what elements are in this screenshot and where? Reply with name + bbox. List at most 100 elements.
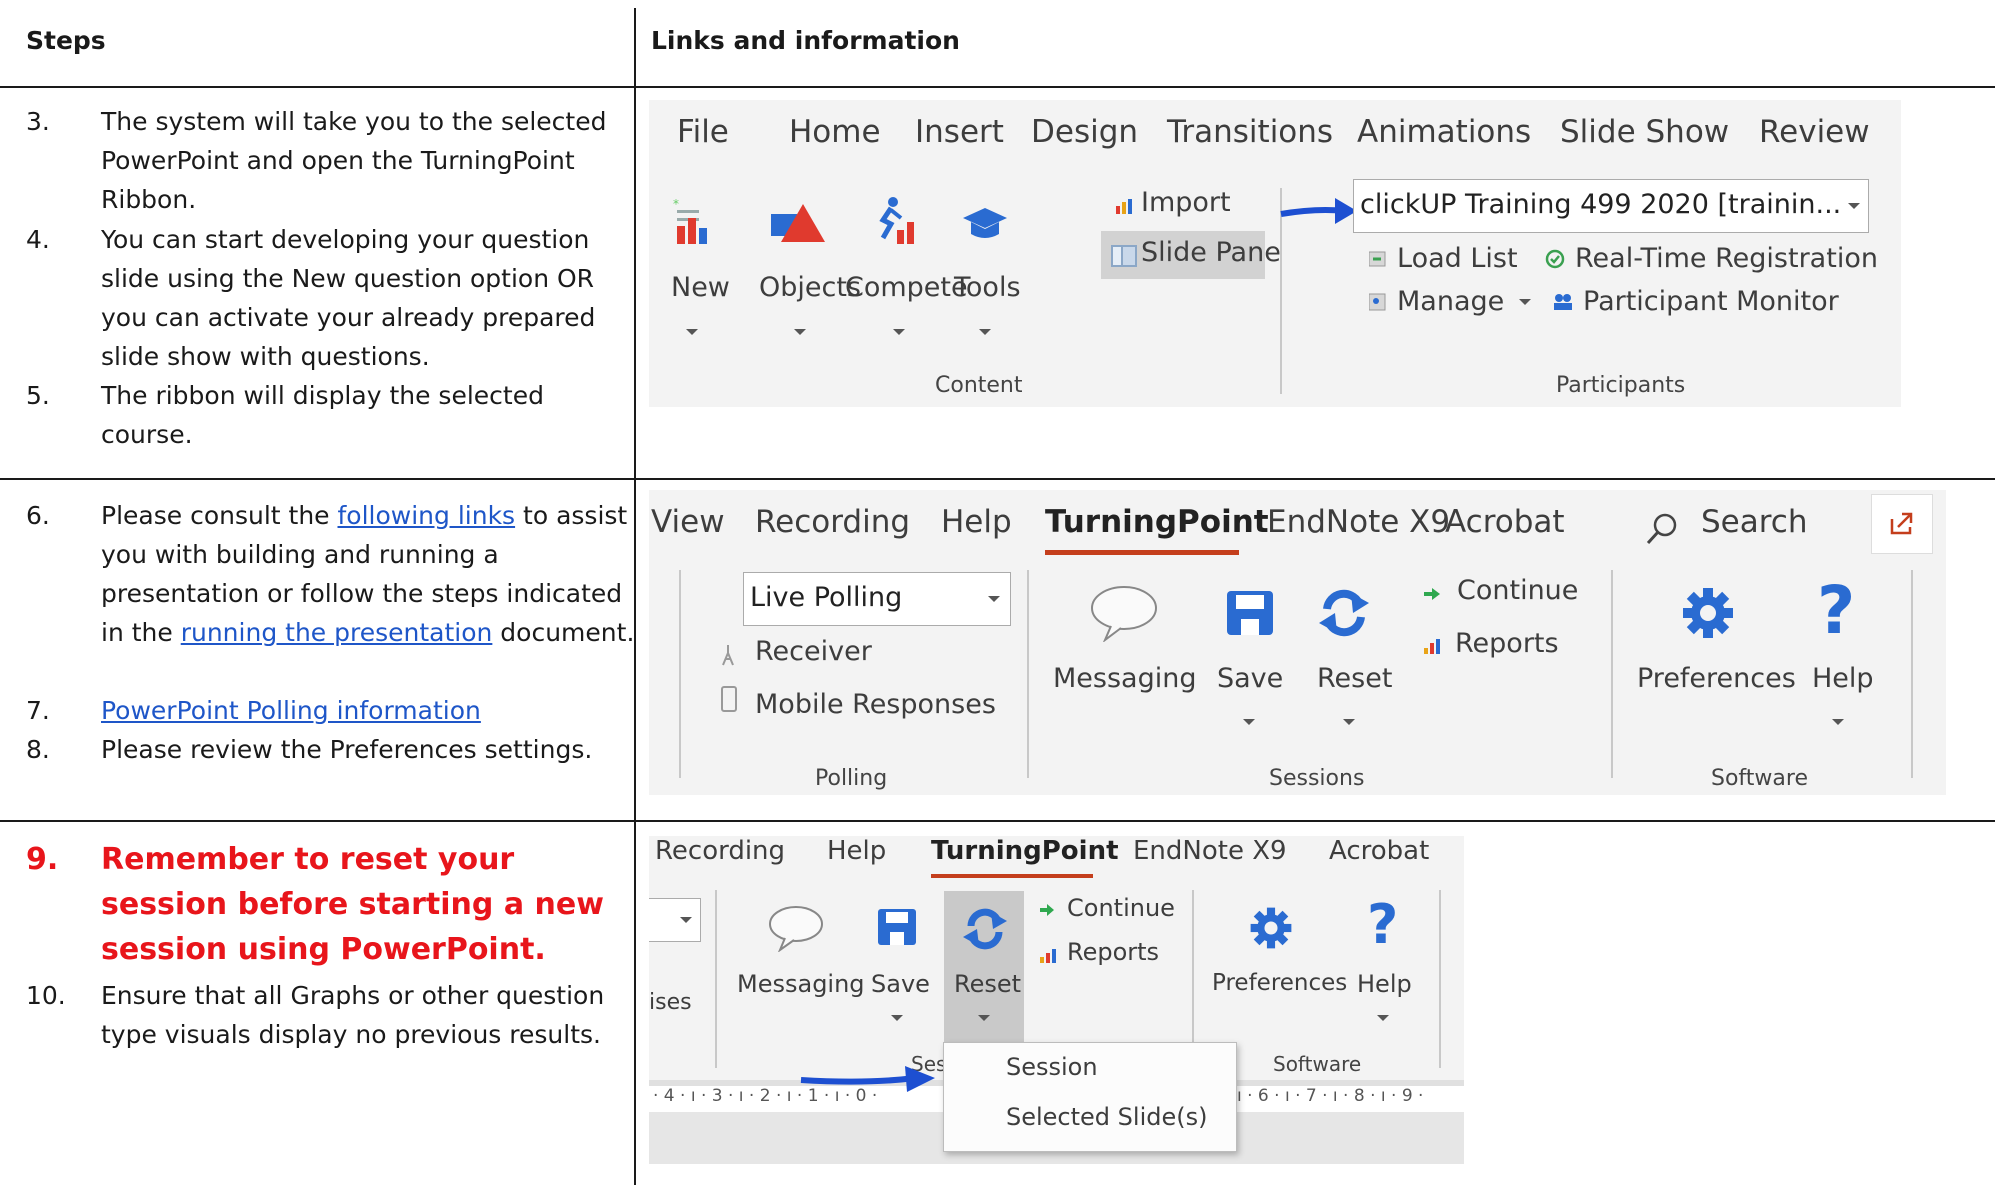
chevron-down-icon[interactable] bbox=[1519, 299, 1531, 305]
tab-acrobat[interactable]: Acrobat bbox=[1445, 504, 1565, 540]
polling-mode-dropdown[interactable]: Live Polling bbox=[743, 572, 1011, 626]
chevron-down-icon bbox=[680, 917, 692, 923]
reset-dropdown-menu: Session Selected Slide(s) bbox=[943, 1042, 1237, 1152]
chevron-down-icon[interactable] bbox=[686, 329, 698, 335]
mobile-responses-button[interactable]: Mobile Responses bbox=[755, 689, 996, 720]
save-icon bbox=[877, 908, 917, 950]
search-label[interactable]: Search bbox=[1701, 504, 1808, 540]
reports-button[interactable]: Reports bbox=[1067, 938, 1159, 966]
tab-review[interactable]: Review bbox=[1759, 114, 1870, 150]
chevron-down-icon[interactable] bbox=[893, 329, 905, 335]
tab-slide-show[interactable]: Slide Show bbox=[1560, 114, 1729, 150]
tab-turningpoint[interactable]: TurningPoint bbox=[931, 836, 1119, 866]
tab-animations[interactable]: Animations bbox=[1357, 114, 1531, 150]
tab-turningpoint[interactable]: TurningPoint bbox=[1045, 504, 1269, 540]
chevron-down-icon[interactable] bbox=[794, 329, 806, 335]
tab-help[interactable]: Help bbox=[941, 504, 1012, 540]
help-button[interactable]: Help bbox=[1812, 663, 1874, 694]
mobile-responses-partial: ises bbox=[649, 990, 692, 1015]
tab-recording[interactable]: Recording bbox=[655, 836, 785, 866]
slide-pane-button[interactable]: Slide Pane bbox=[1101, 231, 1281, 279]
course-dropdown-value: clickUP Training 499 2020 [trainin... bbox=[1360, 189, 1842, 220]
messaging-button[interactable]: Messaging bbox=[737, 970, 865, 998]
menu-item-selected-slides[interactable]: Selected Slide(s) bbox=[1006, 1103, 1207, 1131]
menu-item-session[interactable]: Session bbox=[1006, 1053, 1098, 1081]
question-mark-icon: ? bbox=[1817, 572, 1856, 649]
chevron-down-icon bbox=[1848, 203, 1860, 209]
group-separator bbox=[715, 890, 717, 1068]
step-number: 7. bbox=[26, 696, 50, 725]
new-button[interactable]: New bbox=[671, 272, 730, 303]
save-button[interactable]: Save bbox=[871, 970, 930, 998]
new-icon: * bbox=[671, 197, 713, 250]
tab-insert[interactable]: Insert bbox=[915, 114, 1004, 150]
tab-endnote[interactable]: EndNote X9 bbox=[1267, 504, 1450, 540]
chevron-down-icon[interactable] bbox=[1343, 719, 1355, 725]
step-number: 9. bbox=[26, 842, 59, 877]
share-button[interactable] bbox=[1871, 494, 1933, 554]
arrow-right-icon bbox=[1423, 586, 1441, 606]
ribbon-screenshot-3: Recording Help TurningPoint EndNote X9 A… bbox=[649, 836, 1464, 1164]
step-number: 8. bbox=[26, 735, 50, 764]
table-row-rule bbox=[0, 820, 1995, 822]
tab-transitions[interactable]: Transitions bbox=[1167, 114, 1333, 150]
save-button[interactable]: Save bbox=[1217, 663, 1283, 694]
arrow-right-icon bbox=[797, 1062, 939, 1100]
bar-chart-icon bbox=[1423, 638, 1443, 658]
group-separator bbox=[679, 570, 681, 778]
load-list-button[interactable]: Load List bbox=[1397, 243, 1518, 274]
svg-text:*: * bbox=[673, 198, 679, 211]
mobile-icon bbox=[721, 686, 737, 716]
step-number: 3. bbox=[26, 107, 50, 136]
step-text: The ribbon will display the selected cou… bbox=[101, 381, 544, 449]
preferences-button[interactable]: Preferences bbox=[1637, 663, 1796, 694]
tab-home[interactable]: Home bbox=[789, 114, 881, 150]
tab-design[interactable]: Design bbox=[1031, 114, 1138, 150]
chevron-down-icon[interactable] bbox=[891, 1015, 903, 1021]
compete-button[interactable]: Compete bbox=[845, 272, 968, 303]
bar-chart-icon bbox=[1115, 198, 1135, 218]
gear-icon bbox=[1681, 586, 1735, 644]
step-text: You can start developing your question s… bbox=[101, 225, 596, 371]
help-button[interactable]: Help bbox=[1357, 970, 1412, 998]
tools-button[interactable]: Tools bbox=[954, 272, 1021, 303]
tab-file[interactable]: File bbox=[677, 114, 729, 150]
messaging-button[interactable]: Messaging bbox=[1053, 663, 1196, 694]
realtime-registration-button[interactable]: Real-Time Registration bbox=[1575, 243, 1878, 274]
polling-mode-dropdown[interactable] bbox=[649, 898, 701, 942]
reset-button[interactable]: Reset bbox=[944, 891, 1024, 1049]
tab-acrobat[interactable]: Acrobat bbox=[1329, 836, 1429, 866]
speech-bubble-icon bbox=[767, 904, 825, 956]
receiver-button[interactable]: Receiver bbox=[755, 636, 872, 667]
following-links-link[interactable]: following links bbox=[338, 501, 516, 530]
continue-button[interactable]: Continue bbox=[1067, 894, 1175, 922]
search-icon[interactable] bbox=[1645, 512, 1679, 550]
chevron-down-icon[interactable] bbox=[1377, 1015, 1389, 1021]
tab-recording[interactable]: Recording bbox=[755, 504, 910, 540]
participant-monitor-button[interactable]: Participant Monitor bbox=[1583, 286, 1839, 317]
chevron-down-icon[interactable] bbox=[979, 329, 991, 335]
reports-button[interactable]: Reports bbox=[1455, 628, 1559, 659]
tab-help[interactable]: Help bbox=[827, 836, 886, 866]
chevron-down-icon[interactable] bbox=[1243, 719, 1255, 725]
import-button[interactable]: Import bbox=[1141, 187, 1231, 218]
ribbon-screenshot-1: File Home Insert Design Transitions Anim… bbox=[649, 100, 1901, 407]
course-dropdown[interactable]: clickUP Training 499 2020 [trainin... bbox=[1353, 179, 1869, 233]
running-presentation-link[interactable]: running the presentation bbox=[181, 618, 493, 647]
step-text: The system will take you to the selected… bbox=[101, 107, 607, 214]
question-mark-icon: ? bbox=[1367, 893, 1399, 956]
group-label-content: Content bbox=[935, 373, 1023, 398]
preferences-button[interactable]: Preferences bbox=[1212, 970, 1347, 996]
share-icon bbox=[1888, 509, 1916, 541]
step-text-part: Please consult the bbox=[101, 501, 338, 530]
group-separator bbox=[1027, 570, 1029, 778]
manage-button[interactable]: Manage bbox=[1397, 286, 1504, 317]
load-list-icon bbox=[1368, 250, 1389, 272]
step-text: Ensure that all Graphs or other question… bbox=[101, 981, 605, 1049]
tab-view[interactable]: View bbox=[651, 504, 725, 540]
chevron-down-icon[interactable] bbox=[1832, 719, 1844, 725]
continue-button[interactable]: Continue bbox=[1457, 575, 1578, 606]
tab-endnote[interactable]: EndNote X9 bbox=[1133, 836, 1287, 866]
reset-button[interactable]: Reset bbox=[1317, 663, 1392, 694]
powerpoint-polling-link[interactable]: PowerPoint Polling information bbox=[101, 696, 481, 725]
